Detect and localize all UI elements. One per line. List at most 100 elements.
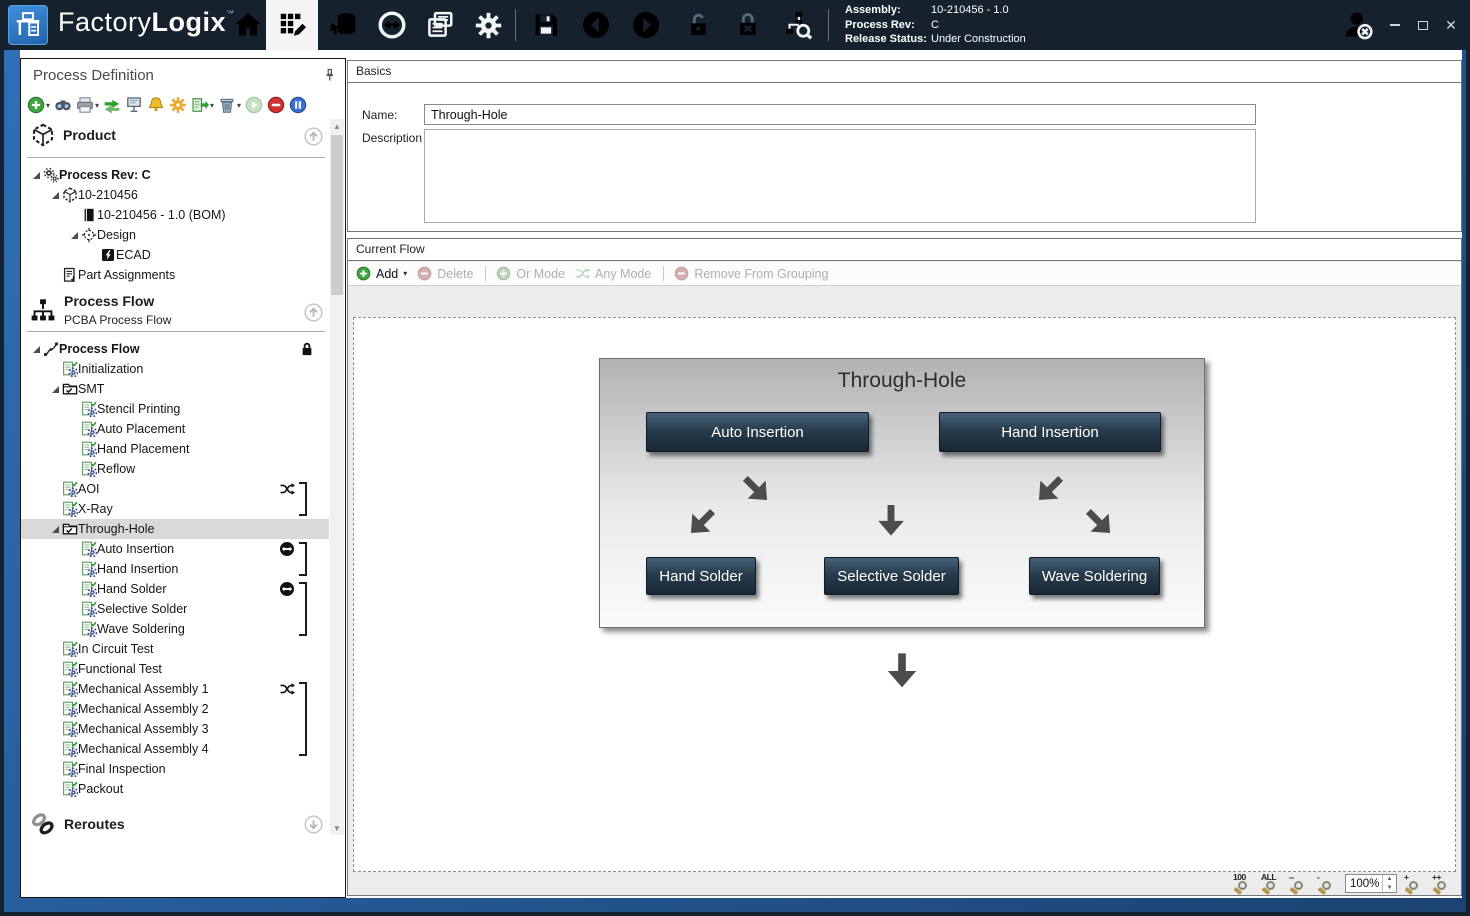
flow-box-hand-insertion[interactable]: Hand Insertion <box>939 412 1161 452</box>
data-import-icon[interactable] <box>322 0 366 50</box>
logout-user-icon[interactable] <box>1338 0 1378 50</box>
description-input[interactable] <box>424 129 1256 223</box>
dropdown-caret-icon[interactable]: ▾ <box>95 101 99 110</box>
tree-item-x-ray[interactable]: X-Ray <box>21 499 329 519</box>
tree-item-stencil-printing[interactable]: Stencil Printing <box>21 399 329 419</box>
export-button[interactable]: ▾ <box>191 96 214 114</box>
home-icon[interactable] <box>226 0 270 50</box>
tree-item-in-circuit-test[interactable]: In Circuit Test <box>21 639 329 659</box>
name-input[interactable] <box>424 104 1256 125</box>
tree-item-process-flow[interactable]: Process Flow <box>21 339 329 359</box>
tree-item-smt[interactable]: SMT <box>21 379 329 399</box>
delete-button[interactable]: Delete <box>417 266 473 281</box>
undo-icon[interactable] <box>574 0 618 50</box>
scroll-down-arrow-icon[interactable]: ▼ <box>330 821 344 835</box>
spinner-up-icon[interactable]: ▲ <box>1383 875 1396 884</box>
process-flow-section-header[interactable]: Process Flow PCBA Process Flow <box>21 293 345 329</box>
dropdown-caret-icon[interactable]: ▾ <box>210 101 214 110</box>
start-circle-button[interactable] <box>245 96 263 114</box>
reroutes-section-header[interactable]: Reroutes <box>21 811 345 837</box>
zoom--button[interactable]: - <box>1317 874 1338 894</box>
tree-item-initialization[interactable]: Initialization <box>21 359 329 379</box>
tree-item-final-inspection[interactable]: Final Inspection <box>21 759 329 779</box>
add-button[interactable]: ▾ <box>27 96 50 114</box>
tree-item-reflow[interactable]: Reflow <box>21 459 329 479</box>
expander-icon[interactable] <box>29 168 43 182</box>
save-icon[interactable] <box>524 0 568 50</box>
tree-item-design[interactable]: Design <box>21 225 329 245</box>
close-button[interactable]: ✕ <box>1438 0 1464 50</box>
tree-item-10-210456[interactable]: 10-210456 <box>21 185 329 205</box>
dropdown-caret-icon[interactable]: ▾ <box>403 269 407 278</box>
zoom--button[interactable]: + <box>1404 874 1425 894</box>
flow-box-wave-soldering[interactable]: Wave Soldering <box>1029 557 1160 595</box>
zoom--button[interactable]: ++ <box>1432 874 1453 894</box>
print-button[interactable]: ▾ <box>76 96 99 114</box>
documents-icon[interactable] <box>418 0 462 50</box>
dropdown-caret-icon[interactable]: ▾ <box>46 101 50 110</box>
tree-item-hand-insertion[interactable]: Hand Insertion <box>21 559 329 579</box>
stop-circle-button[interactable] <box>267 96 285 114</box>
tree-item-hand-solder[interactable]: Hand Solder <box>21 579 329 599</box>
tree-item-wave-soldering[interactable]: Wave Soldering <box>21 619 329 639</box>
find-button[interactable] <box>54 96 72 114</box>
scroll-up-arrow-icon[interactable]: ▲ <box>330 119 344 133</box>
expander-icon[interactable] <box>67 228 81 242</box>
expand-down-icon[interactable] <box>304 815 323 834</box>
tree-item-selective-solder[interactable]: Selective Solder <box>21 599 329 619</box>
tree-item-hand-placement[interactable]: Hand Placement <box>21 439 329 459</box>
tree-item-through-hole[interactable]: Through-Hole <box>21 519 329 539</box>
flow-search-icon[interactable] <box>776 0 820 50</box>
checkpoint-button[interactable] <box>125 96 143 114</box>
tree-item-ecad[interactable]: ECAD <box>21 245 329 265</box>
expander-icon[interactable] <box>48 382 62 396</box>
flow-box-auto-insertion[interactable]: Auto Insertion <box>646 412 869 452</box>
tree-item-process-rev-c[interactable]: Process Rev: C <box>21 165 329 185</box>
tree-item-packout[interactable]: Packout <box>21 779 329 799</box>
expander-icon[interactable] <box>48 188 62 202</box>
unlock-icon[interactable] <box>676 0 720 50</box>
settings-gear-icon[interactable] <box>466 0 510 50</box>
spinner-down-icon[interactable]: ▼ <box>1383 884 1396 893</box>
zoom--button[interactable]: -- <box>1289 874 1310 894</box>
collapse-up-icon[interactable] <box>304 303 323 322</box>
dropdown-caret-icon[interactable]: ▾ <box>237 101 241 110</box>
any-mode-button[interactable]: Any Mode <box>575 266 651 281</box>
process-definition-icon[interactable] <box>266 0 318 50</box>
tree-item-functional-test[interactable]: Functional Test <box>21 659 329 679</box>
tree-item-aoi[interactable]: AOI <box>21 479 329 499</box>
wizard-gear-button[interactable] <box>169 96 187 114</box>
tree-item-auto-insertion[interactable]: Auto Insertion <box>21 539 329 559</box>
pause-circle-button[interactable] <box>289 96 307 114</box>
tree-item-10-210456-1-0-bom[interactable]: 10-210456 - 1.0 (BOM) <box>21 205 329 225</box>
notify-bell-button[interactable] <box>147 96 165 114</box>
tree-item-mechanical-assembly-2[interactable]: Mechanical Assembly 2 <box>21 699 329 719</box>
through-hole-group[interactable]: Through-Hole Auto Insertion Hand Inserti… <box>599 358 1205 628</box>
delete-bin-button[interactable]: ▾ <box>218 96 241 114</box>
scrollbar-thumb[interactable] <box>331 135 343 295</box>
expander-icon[interactable] <box>29 342 43 356</box>
pin-icon[interactable] <box>322 67 337 85</box>
flow-box-hand-solder[interactable]: Hand Solder <box>646 557 756 595</box>
remove-from-grouping-button[interactable]: Remove From Grouping <box>674 266 828 281</box>
tree-item-part-assignments[interactable]: Part Assignments <box>21 265 329 285</box>
expander-icon[interactable] <box>48 522 62 536</box>
add-button[interactable]: Add▾ <box>356 266 407 281</box>
zoom-100-button[interactable]: 100 <box>1233 874 1254 894</box>
flow-canvas[interactable]: Through-Hole Auto Insertion Hand Inserti… <box>353 317 1456 872</box>
swap-button[interactable] <box>103 96 121 114</box>
tree-item-mechanical-assembly-3[interactable]: Mechanical Assembly 3 <box>21 719 329 739</box>
maximize-button[interactable] <box>1410 0 1436 50</box>
tree-item-mechanical-assembly-1[interactable]: Mechanical Assembly 1 <box>21 679 329 699</box>
zoom-all-button[interactable]: ALL <box>1261 874 1282 894</box>
sidebar-scrollbar[interactable]: ▲ ▼ <box>330 119 344 835</box>
transfer-icon[interactable] <box>370 0 414 50</box>
zoom-level-spinner[interactable]: 100%▲▼ <box>1345 874 1397 893</box>
collapse-up-icon[interactable] <box>304 127 323 146</box>
product-section-header[interactable]: Product <box>21 123 345 147</box>
minimize-button[interactable] <box>1382 0 1408 50</box>
redo-icon[interactable] <box>624 0 668 50</box>
or-mode-button[interactable]: Or Mode <box>496 266 565 281</box>
tree-item-auto-placement[interactable]: Auto Placement <box>21 419 329 439</box>
flow-box-selective-solder[interactable]: Selective Solder <box>824 557 959 595</box>
